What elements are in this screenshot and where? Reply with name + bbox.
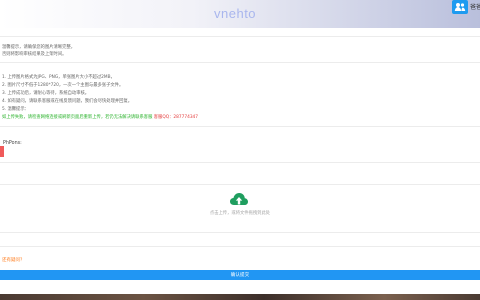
site-logo[interactable]: vnehto	[214, 6, 256, 21]
notice-line: 否则将影响审核结果及上架时间。	[2, 52, 67, 57]
phone-field-label: PhPons:	[3, 141, 22, 146]
divider	[0, 62, 480, 63]
divider	[0, 162, 480, 163]
divider	[0, 246, 480, 247]
notice-line: 温馨提示，请确保您的图片清晰完整，	[2, 45, 76, 50]
divider	[0, 184, 480, 185]
notice-line: 1. 上传图片格式为JPG、PNG，单张图片大小不超过2MB，	[2, 75, 115, 80]
cloud-upload-icon	[230, 193, 248, 205]
help-link[interactable]: 还有疑问？	[2, 257, 25, 263]
upload-hint: 点击上传，或将文件拖拽到此处	[209, 211, 271, 216]
contact-qq: 客服QQ：287774347	[153, 115, 199, 120]
divider	[0, 232, 480, 233]
notice-line: 2. 图片尺寸不低于1280*720，一次一个主图与最多张子文件。	[2, 83, 124, 88]
user-name-label[interactable]: 爸爸	[470, 2, 480, 11]
divider	[0, 36, 480, 37]
notice-line: 4. 如有疑问，请联系客服或在线反馈问题，我们会尽快处理并回复。	[2, 99, 133, 104]
divider	[0, 126, 480, 127]
user-menu-button[interactable]	[452, 0, 468, 14]
warning-text: 如上传失败，请检查网络连接或刷新页面后重新上传，若仍无法解决请联系客服	[2, 115, 153, 120]
warning-notice: 如上传失败，请检查网络连接或刷新页面后重新上传，若仍无法解决请联系客服 客服QQ…	[2, 114, 198, 121]
file-upload-dropzone[interactable]: 点击上传，或将文件拖拽到此处	[0, 186, 480, 230]
confirm-submit-button[interactable]: 确认提交	[0, 270, 480, 280]
required-marker	[0, 146, 4, 157]
notice-line: 5. 温馨提示：	[2, 107, 29, 112]
notice-line: 3. 上传成功后，请耐心等待，系统自动审核。	[2, 91, 90, 96]
user-group-icon	[454, 3, 466, 11]
footer-background-strip	[0, 294, 480, 300]
top-header: vnehto 爸爸	[0, 0, 480, 28]
